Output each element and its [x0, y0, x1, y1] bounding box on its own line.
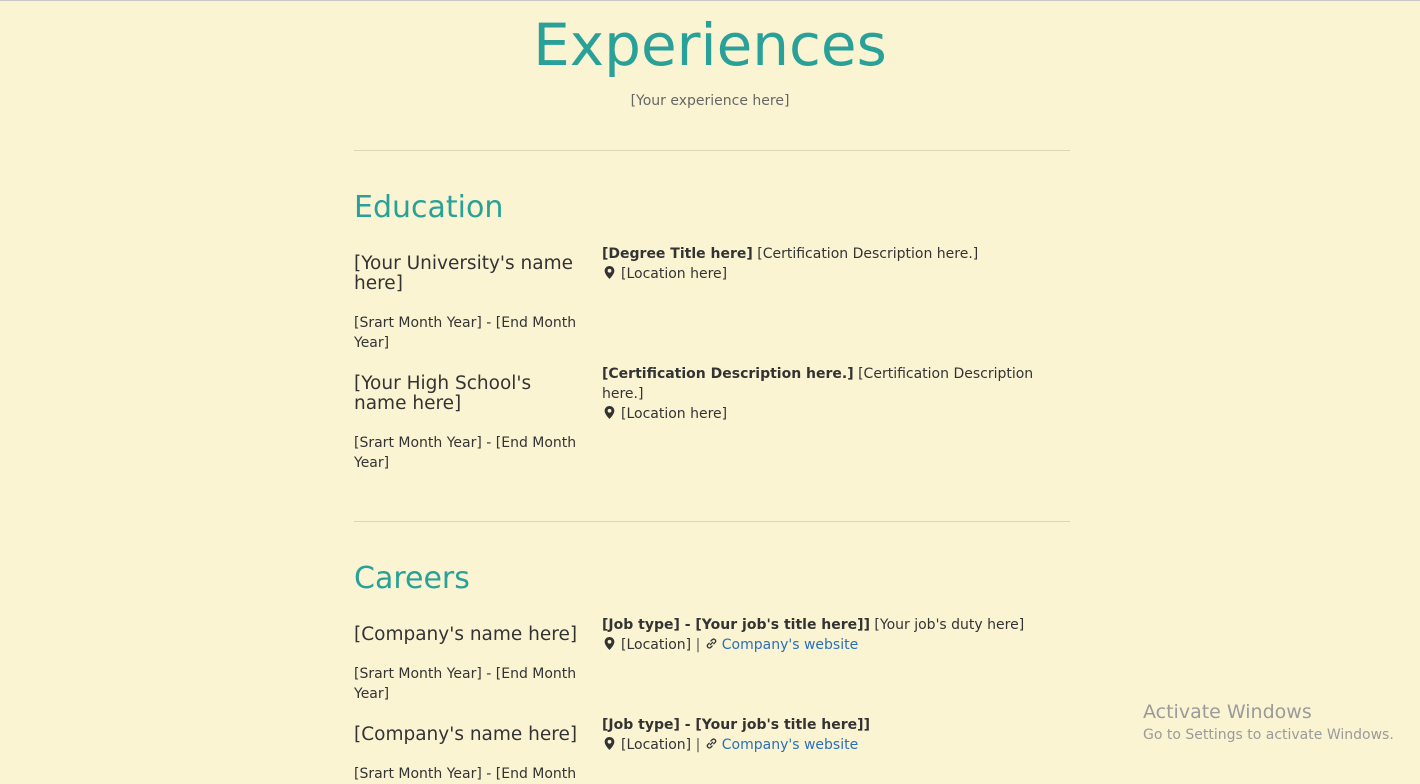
- entry-dates: [Srart Month Year] - [End Month Year]: [354, 666, 577, 702]
- institution-name: [Your High School's name here]: [354, 373, 532, 414]
- entry-detail: [Degree Title here] [Certification Descr…: [602, 244, 1072, 284]
- separator: |: [695, 737, 701, 753]
- location-text: [Location]: [621, 737, 692, 753]
- entry-dates: [Srart Month Year] - [End Month: [354, 766, 577, 782]
- section-divider: [354, 521, 1070, 522]
- section-divider: [354, 150, 1070, 151]
- entry-dates: [Srart Month Year] - [End Month Year]: [354, 435, 577, 471]
- section-title-careers: Careers: [354, 561, 470, 596]
- page-title: Experiences: [533, 11, 887, 79]
- separator: |: [695, 637, 701, 653]
- link-icon: [706, 638, 717, 649]
- degree-title: [Certification Description here.]: [602, 366, 854, 382]
- company-name: [Company's name here]: [354, 624, 578, 645]
- location-pin-icon: [604, 266, 615, 279]
- job-title: [Job type] - [Your job's title here]]: [602, 617, 870, 633]
- entry-detail: [Job type] - [Your job's title here]] [Y…: [602, 615, 1072, 655]
- certification-description: [Certification Description here.]: [757, 246, 979, 262]
- section-title-education: Education: [354, 190, 504, 225]
- location-text: [Location here]: [621, 266, 728, 282]
- entry-detail: [Certification Description here.] [Certi…: [602, 364, 1072, 424]
- degree-title: [Degree Title here]: [602, 246, 753, 262]
- location-pin-icon: [604, 737, 615, 750]
- company-website-link[interactable]: Company's website: [722, 637, 858, 653]
- location-pin-icon: [604, 406, 615, 419]
- company-name: [Company's name here]: [354, 724, 578, 745]
- location-pin-icon: [604, 637, 615, 650]
- location-text: [Location]: [621, 637, 692, 653]
- entry-detail: [Job type] - [Your job's title here]] [L…: [602, 715, 1072, 755]
- watermark-subtitle: Go to Settings to activate Windows.: [1143, 727, 1394, 743]
- job-title: [Job type] - [Your job's title here]]: [602, 717, 870, 733]
- page-subtitle: [Your experience here]: [630, 93, 790, 109]
- company-website-link[interactable]: Company's website: [722, 737, 858, 753]
- link-icon: [706, 738, 717, 749]
- institution-name: [Your University's name here]: [354, 253, 573, 294]
- location-text: [Location here]: [621, 406, 728, 422]
- watermark-title: Activate Windows: [1143, 701, 1312, 723]
- entry-dates: [Srart Month Year] - [End Month Year]: [354, 315, 577, 351]
- activate-windows-watermark: Activate Windows Go to Settings to activ…: [1143, 701, 1394, 745]
- job-duty: [Your job's duty here]: [874, 617, 1025, 633]
